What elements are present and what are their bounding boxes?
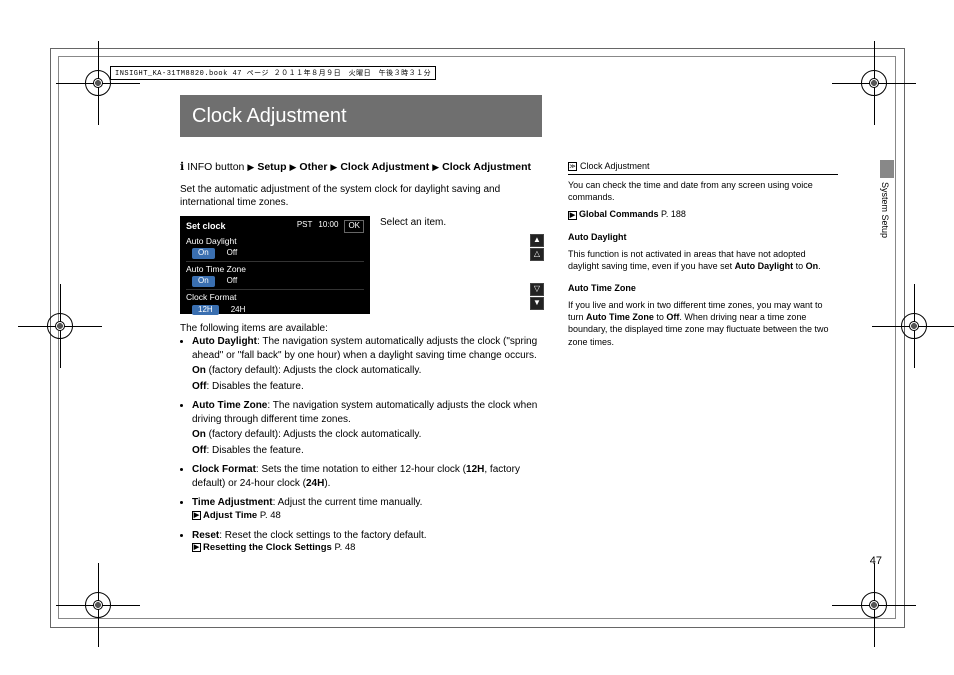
side-subhead: Auto Time Zone: [568, 283, 636, 293]
side-subhead: Auto Daylight: [568, 232, 627, 242]
content-area: ℹ INFO button ▶ Setup ▶ Other ▶ Clock Ad…: [180, 160, 870, 561]
item-name: Clock Format: [192, 464, 256, 475]
item-desc: : Sets the time notation to either 12-ho…: [256, 464, 466, 475]
tab-label: System Setup: [880, 178, 890, 268]
screenshot-row-title: Auto Time Zone: [186, 264, 364, 275]
item-mid2: 24H: [306, 478, 324, 489]
reference-icon: ▶: [568, 211, 577, 220]
note-icon: ≫: [568, 162, 577, 171]
screenshot-row-title: Clock Format: [186, 292, 364, 303]
ref-text: Adjust Time: [203, 510, 257, 521]
side-text: If you live and work in two different ti…: [568, 299, 838, 348]
list-item: Auto Daylight: The navigation system aut…: [192, 335, 546, 393]
side-column: ≫ Clock Adjustment You can check the tim…: [568, 160, 838, 561]
list-item: Time Adjustment: Adjust the current time…: [192, 496, 546, 522]
item-name: Reset: [192, 530, 219, 541]
breadcrumb-item: Clock Adjustment: [340, 160, 429, 174]
crop-mark-icon: [78, 585, 118, 625]
screenshot-opt: On: [192, 276, 215, 287]
following-text: The following items are available:: [180, 322, 546, 336]
item-off: Off: [192, 445, 206, 456]
book-header: INSIGHT_KA-31TM8820.book 47 ページ ２０１１年８月９…: [110, 66, 436, 80]
list-item: Clock Format: Sets the time notation to …: [192, 463, 546, 490]
item-off: Off: [192, 381, 206, 392]
section-tab: System Setup: [880, 160, 894, 310]
breadcrumb-item: Other: [299, 160, 327, 174]
breadcrumb-item: Clock Adjustment: [442, 160, 531, 174]
device-screenshot-block: Set clock PST 10:00 OK Auto Daylight On O…: [180, 216, 546, 314]
list-item: Reset: Reset the clock settings to the f…: [192, 529, 546, 555]
list-item: Auto Time Zone: The navigation system au…: [192, 399, 546, 457]
select-item-text: Select an item.: [380, 216, 446, 230]
scroll-bottom-icon: ▼: [530, 297, 544, 310]
screenshot-time: 10:00: [318, 220, 338, 233]
ref-page: P. 48: [334, 542, 355, 553]
info-icon: ℹ: [180, 160, 184, 175]
reference-icon: ▶: [192, 511, 201, 520]
intro-text: Set the automatic adjustment of the syst…: [180, 183, 546, 210]
side-head-text: Clock Adjustment: [580, 160, 650, 172]
tab-marker: [880, 160, 894, 178]
item-name: Auto Daylight: [192, 336, 257, 347]
screenshot-row-title: Auto Daylight: [186, 236, 364, 247]
screenshot-tz: PST: [297, 220, 313, 233]
item-on-desc: (factory default): Adjusts the clock aut…: [206, 429, 421, 440]
scroll-down-icon: ▽: [530, 283, 544, 296]
ref-page: P. 48: [260, 510, 281, 521]
triangle-icon: ▶: [289, 161, 296, 173]
side-text: This function is not activated in areas …: [568, 248, 838, 272]
item-on: On: [192, 365, 206, 376]
scroll-up-icon: △: [530, 248, 544, 261]
page-number: 47: [870, 555, 882, 567]
item-list: Auto Daylight: The navigation system aut…: [192, 335, 546, 555]
side-ref: Global Commands: [579, 209, 659, 219]
item-off-desc: : Disables the feature.: [206, 381, 303, 392]
device-screenshot: Set clock PST 10:00 OK Auto Daylight On O…: [180, 216, 370, 314]
breadcrumb-prefix: INFO button: [187, 160, 244, 174]
crop-mark-icon: [40, 306, 80, 346]
triangle-icon: ▶: [247, 161, 254, 173]
screenshot-opt: Off: [227, 276, 238, 287]
crop-mark-icon: [854, 63, 894, 103]
breadcrumb: ℹ INFO button ▶ Setup ▶ Other ▶ Clock Ad…: [180, 160, 546, 175]
side-heading: ≫ Clock Adjustment: [568, 160, 838, 175]
screenshot-opt: 24H: [231, 305, 246, 316]
scroll-top-icon: ▲: [530, 234, 544, 247]
crop-mark-icon: [854, 585, 894, 625]
item-desc: : Reset the clock settings to the factor…: [219, 530, 426, 541]
crop-mark-icon: [894, 306, 934, 346]
main-column: ℹ INFO button ▶ Setup ▶ Other ▶ Clock Ad…: [180, 160, 546, 561]
item-name: Time Adjustment: [192, 497, 273, 508]
page-title: Clock Adjustment: [180, 95, 542, 137]
breadcrumb-item: Setup: [257, 160, 286, 174]
screenshot-opt: Off: [227, 248, 238, 259]
item-name: Auto Time Zone: [192, 400, 267, 411]
item-off-desc: : Disables the feature.: [206, 445, 303, 456]
screenshot-ok: OK: [344, 220, 364, 233]
item-mid: 12H: [466, 464, 484, 475]
item-on: On: [192, 429, 206, 440]
side-text: You can check the time and date from any…: [568, 179, 838, 203]
side-ref-page: P. 188: [661, 209, 686, 219]
item-on-desc: (factory default): Adjusts the clock aut…: [206, 365, 421, 376]
triangle-icon: ▶: [330, 161, 337, 173]
screenshot-opt: On: [192, 248, 215, 259]
screenshot-opt: 12H: [192, 305, 219, 316]
screenshot-title: Set clock: [186, 220, 226, 232]
item-desc: : Adjust the current time manually.: [273, 497, 423, 508]
item-desc3: ).: [324, 478, 330, 489]
ref-text: Resetting the Clock Settings: [203, 542, 332, 553]
reference-icon: ▶: [192, 543, 201, 552]
triangle-icon: ▶: [432, 161, 439, 173]
